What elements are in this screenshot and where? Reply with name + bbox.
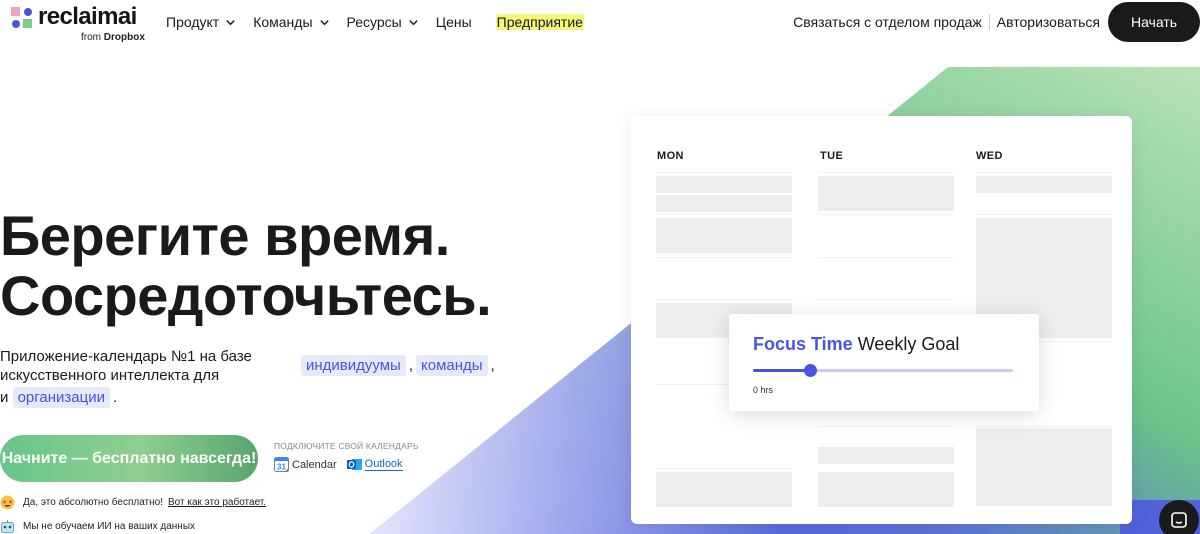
nav-pricing[interactable]: Цены [436, 14, 472, 30]
chat-launcher-button[interactable] [1159, 500, 1199, 534]
how-it-works-link[interactable]: Вот как это работает. [168, 497, 266, 508]
event-block [656, 195, 792, 212]
outlook-icon [346, 459, 362, 470]
event-block [656, 218, 792, 253]
focus-goal-value: 0 hrs [753, 385, 774, 395]
svg-text:31: 31 [277, 463, 286, 472]
outlook-link[interactable]: Outlook [346, 457, 403, 472]
slider-handle[interactable] [804, 364, 818, 377]
divider [988, 14, 990, 30]
event-block [818, 472, 954, 507]
note-ai: Мы не обучаем ИИ на ваших данных [0, 519, 195, 534]
chevron-down-icon [319, 19, 329, 25]
robot-emoji-icon [1, 520, 14, 533]
audience-chips: индивидуумы, команды, [301, 355, 498, 376]
connect-calendar: ПОДКЛЮЧИТЕ СВОЙ КАЛЕНДАРЬ 31 Calendar Ou… [274, 441, 419, 472]
reclaim-logo-icon [11, 7, 32, 28]
header-actions: Связаться с отделом продаж Авторизоватьс… [793, 0, 1200, 44]
cta-free-forever-button[interactable]: Начните — бесплатно навсегда! [0, 435, 258, 482]
chat-icon [1171, 512, 1187, 528]
event-block [818, 447, 954, 464]
hero-title: Берегите время. Сосредоточьтесь. [0, 204, 492, 327]
login-link[interactable]: Авторизоваться [997, 14, 1100, 30]
google-calendar-icon: 31 [274, 457, 289, 472]
chip-organizations[interactable]: организации [12, 387, 110, 408]
event-block [656, 472, 792, 507]
start-button[interactable]: Начать [1108, 2, 1200, 42]
chip-teams[interactable]: команды [416, 355, 488, 376]
chip-individuals[interactable]: индивидуумы [301, 355, 406, 376]
focus-goal-card: Focus Time Weekly Goal 0 hrs [729, 314, 1039, 411]
connect-label: ПОДКЛЮЧИТЕ СВОЙ КАЛЕНДАРЬ [274, 441, 419, 451]
contact-sales-link[interactable]: Связаться с отделом продаж [793, 14, 982, 30]
chevron-down-icon [226, 19, 235, 25]
focus-goal-slider[interactable] [753, 364, 1013, 377]
nav-teams[interactable]: Команды [253, 14, 329, 30]
logo[interactable]: reclaimai from Dropbox [11, 3, 151, 43]
event-block [976, 428, 1112, 506]
nav-enterprise[interactable]: Предприятие [495, 14, 584, 30]
day-label-mon: MON [657, 150, 684, 162]
note-free: Да, это абсолютно бесплатно! Вот как это… [0, 495, 266, 510]
day-label-tue: TUE [820, 150, 844, 162]
google-calendar-link[interactable]: 31 Calendar [274, 457, 337, 472]
top-nav: reclaimai from Dropbox Продукт Команды Р… [0, 0, 1200, 44]
event-block [656, 176, 792, 193]
focus-goal-title: Focus Time Weekly Goal [753, 334, 960, 354]
main-nav: Продукт Команды Ресурсы Цены Предприятие [166, 0, 601, 44]
event-block [976, 176, 1112, 193]
brand-name: reclaimai [38, 3, 137, 30]
star-struck-emoji-icon [0, 495, 15, 510]
event-block [818, 176, 954, 211]
slider-fill [753, 369, 811, 372]
nav-resources[interactable]: Ресурсы [347, 14, 419, 30]
nav-product[interactable]: Продукт [166, 14, 236, 30]
brand-sub: from Dropbox [81, 32, 145, 43]
chevron-down-icon [409, 19, 418, 25]
day-label-wed: WED [976, 150, 1003, 162]
